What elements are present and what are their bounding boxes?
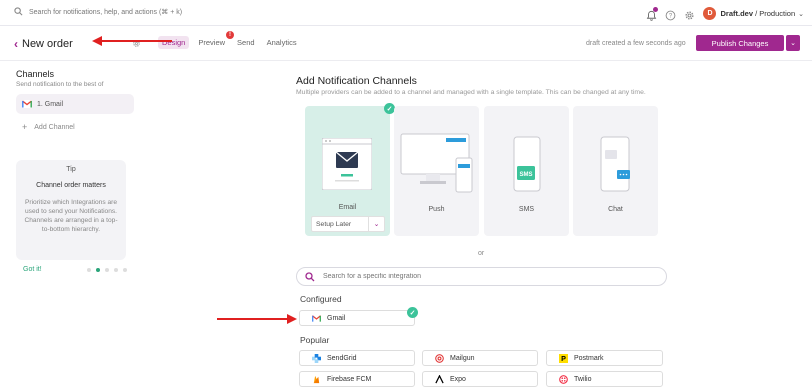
configured-heading: Configured	[300, 294, 342, 304]
integration-label: Gmail	[327, 314, 346, 322]
or-divider: or	[478, 250, 485, 257]
popular-heading: Popular	[300, 335, 330, 345]
channels-sidebar: Channels Send notification to the best o…	[16, 69, 134, 132]
chevron-down-icon: ⌄	[368, 217, 384, 231]
integration-label: Postmark	[574, 354, 604, 362]
top-bar: Search for notifications, help, and acti…	[0, 0, 812, 26]
channel-card-sms[interactable]: SMS SMS	[484, 106, 569, 236]
page-title: Add Notification Channels	[296, 75, 417, 87]
postmark-icon: P	[559, 353, 568, 363]
pagination-dot[interactable]	[123, 268, 127, 272]
draft-status: draft created a few seconds ago	[586, 40, 686, 47]
publish-changes-button[interactable]: Publish Changes	[696, 35, 784, 51]
pagination-dot[interactable]	[105, 268, 109, 272]
integration-card-gmail[interactable]: Gmail ✓	[299, 307, 418, 326]
channel-card-push-label: Push	[428, 206, 445, 213]
tab-preview[interactable]: Preview!	[195, 31, 235, 49]
chat-illustration	[600, 136, 630, 192]
tip-title: Channel order matters	[36, 182, 106, 189]
search-icon	[305, 271, 315, 281]
publish-dropdown-button[interactable]: ⌄	[786, 35, 800, 51]
org-switcher[interactable]: Draft.dev / Production ⌄	[720, 9, 804, 18]
setup-later-value: Setup Later	[316, 220, 352, 228]
chevron-left-icon: ‹	[14, 37, 18, 51]
tab-send[interactable]: Send	[234, 38, 258, 49]
firebase-icon	[313, 375, 320, 383]
channel-card-email-label: Email	[338, 204, 357, 211]
integration-label: Firebase FCM	[327, 375, 372, 383]
global-search[interactable]: Search for notifications, help, and acti…	[14, 7, 182, 16]
channel-card-email[interactable]: Email Setup Later ⌄ ✓	[305, 103, 395, 236]
avatar[interactable]: D	[703, 6, 717, 20]
integration-label: Mailgun	[450, 354, 475, 362]
integration-search[interactable]	[296, 267, 667, 286]
global-search-placeholder: Search for notifications, help, and acti…	[29, 8, 183, 16]
gmail-icon	[312, 314, 321, 322]
page-subtitle: Multiple providers can be added to a cha…	[296, 89, 646, 96]
notification-dot	[653, 6, 659, 12]
sendgrid-icon	[312, 353, 321, 363]
twilio-icon	[559, 374, 568, 384]
check-icon: ✓	[407, 307, 418, 318]
chevron-down-icon: ⌄	[798, 10, 804, 18]
integration-card-expo[interactable]: Expo	[422, 371, 538, 387]
got-it-link[interactable]: Got it!	[23, 266, 42, 273]
pagination-dot-active[interactable]	[96, 268, 100, 272]
tab-analytics[interactable]: Analytics	[264, 38, 300, 49]
integration-card-twilio[interactable]: Twilio	[546, 371, 663, 387]
tip-card: Tip Channel order matters Prioritize whi…	[16, 160, 126, 260]
channel-card-chat-label: Chat	[608, 206, 623, 213]
mailgun-icon	[435, 353, 444, 363]
setup-later-select[interactable]: Setup Later ⌄	[311, 216, 385, 232]
tip-body: Prioritize which Integrations are used t…	[24, 199, 118, 233]
channel-card-sms-label: SMS	[518, 206, 535, 213]
org-name: Draft.dev	[720, 8, 753, 18]
search-icon	[14, 7, 23, 16]
tip-pagination	[87, 268, 127, 272]
expo-icon	[435, 374, 444, 383]
integration-label: Expo	[450, 375, 466, 383]
sms-badge-text: SMS	[519, 172, 532, 178]
push-illustration	[400, 133, 473, 193]
svg-text:?: ?	[669, 13, 673, 19]
channel-item-label: 1. Gmail	[37, 100, 64, 108]
integration-label: Twilio	[574, 375, 592, 383]
integration-card-sendgrid[interactable]: SendGrid	[299, 350, 415, 366]
plus-icon: +	[22, 122, 28, 132]
channel-item-gmail[interactable]: 1. Gmail	[16, 94, 134, 114]
pagination-dot[interactable]	[87, 268, 91, 272]
integration-card-mailgun[interactable]: Mailgun	[422, 350, 538, 366]
email-illustration	[322, 138, 372, 190]
integration-card-firebase[interactable]: Firebase FCM	[299, 371, 415, 387]
template-name: New order	[22, 38, 73, 50]
add-channel-label: Add Channel	[34, 123, 75, 131]
integration-label: SendGrid	[327, 354, 357, 362]
channel-card-push[interactable]: Push	[394, 106, 479, 236]
chevron-down-icon: ⌄	[790, 40, 796, 47]
settings-gear-icon[interactable]	[684, 8, 695, 20]
sidebar-subtitle: Send notification to the best of	[16, 81, 104, 88]
template-tabs: Design Preview! Send Analytics	[158, 31, 306, 49]
pagination-dot[interactable]	[114, 268, 118, 272]
sidebar-title: Channels	[16, 69, 55, 79]
integration-card-postmark[interactable]: P Postmark	[546, 350, 663, 366]
svg-text:P: P	[561, 354, 566, 363]
warning-badge: !	[226, 31, 235, 39]
add-channel-button[interactable]: + Add Channel	[16, 122, 134, 132]
channel-card-chat[interactable]: Chat	[573, 106, 658, 236]
bell-icon[interactable]	[646, 6, 659, 21]
integration-search-input[interactable]	[323, 273, 623, 280]
sms-illustration: SMS	[513, 136, 541, 192]
tab-preview-label: Preview	[198, 38, 226, 47]
annotation-arrow	[92, 36, 172, 46]
help-icon[interactable]: ?	[665, 8, 676, 20]
gmail-icon	[22, 100, 32, 108]
annotation-arrow	[217, 314, 297, 324]
tip-heading: Tip	[66, 166, 76, 173]
environment-name: Production	[759, 8, 796, 18]
back-button[interactable]: ‹ New order	[14, 37, 73, 51]
